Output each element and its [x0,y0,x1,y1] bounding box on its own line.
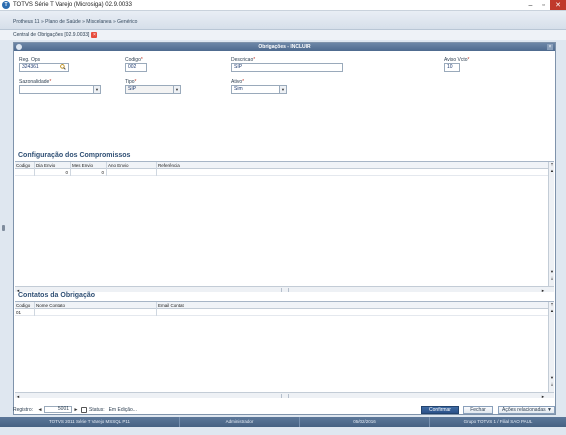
breadcrumb[interactable]: Protheus 11 » Plano de Saúde » Miscelane… [13,19,137,25]
next-record-icon[interactable]: ► [73,407,79,413]
col-codigo[interactable]: Codigo [15,302,35,309]
scroll-up-icon[interactable]: ▲ [549,168,555,173]
acoes-relacionadas-button[interactable]: Ações relacionadas ▼ [498,406,555,414]
chevron-down-icon: ▼ [547,407,552,413]
col-nome-contato[interactable]: Nome Contato [35,302,157,309]
compromissos-horizontal-scrollbar[interactable]: ◄ ► [15,286,554,293]
scroll-down-icon[interactable]: ▼ [549,269,555,274]
contatos-horizontal-scrollbar[interactable]: ◄ ► [15,392,554,399]
scroll-top-icon[interactable]: ⤒ [549,162,555,167]
descricao-field[interactable]: SIP [231,63,343,72]
previous-record-icon[interactable]: ◄ [37,407,43,413]
status-branch: Grupo TOTVS 1 / Filial SAO PAUL [463,419,533,424]
chevron-down-icon[interactable]: ▼ [93,86,100,93]
compromissos-title: Configuração dos Compromissos [18,152,131,159]
maximize-icon[interactable]: ▫ [537,0,550,10]
status-label: Status: [89,406,105,413]
tab-label: Central de Obrigações [02.9.0033] [13,32,90,38]
compromissos-vertical-scrollbar[interactable]: ⤒ ▲ ▼ ⤓ [548,162,554,286]
search-icon[interactable] [60,64,66,70]
dialog-close-icon[interactable]: × [547,44,553,50]
cell-codigo[interactable] [15,169,35,176]
close-tab-icon[interactable]: × [91,32,98,38]
col-email-contat[interactable]: Email Contat [157,302,547,309]
tab-central-obrigacoes[interactable]: Central de Obrigações [02.9.0033] × [13,32,98,38]
registro-label: Registro: [13,406,34,413]
aviso-vcto-field[interactable]: 10 [444,63,460,72]
scroll-bottom-icon[interactable]: ⤓ [549,275,555,280]
codigo-field[interactable]: 002 [125,63,147,72]
contatos-vertical-scrollbar[interactable]: ⤒ ▲ ▼ ⤓ [548,302,554,392]
status-user: Administrador [180,417,300,427]
scroll-top-icon[interactable]: ⤒ [549,302,555,307]
window-titlebar: T TOTVS Série T Varejo (Microsiga) 02.9.… [0,0,566,11]
scroll-left-icon[interactable]: ◄ [15,393,21,399]
chevron-down-icon[interactable]: ▼ [173,86,180,93]
confirmar-button[interactable]: Confirmar [421,406,459,414]
compromissos-grid-header: Codigo Dia Envio Mes Envio Ano Envio Ref… [15,162,554,169]
cell-dia-envio[interactable]: 0 [35,169,71,176]
dialog-footer: Registro: ◄ 5001 ► Status: Em Edição... … [13,404,556,415]
close-window-icon[interactable]: ✕ [550,0,566,10]
contatos-grid-header: Codigo Nome Contato Email Contat [15,302,554,309]
window-title: TOTVS Série T Varejo (Microsiga) 02.9.00… [13,2,132,8]
window-controls: – ▫ ✕ [524,0,566,10]
app-logo-icon: T [2,1,10,9]
cell-email-contat[interactable] [157,309,547,316]
tipo-value: SIP [128,86,137,92]
minimize-icon[interactable]: – [524,0,537,10]
col-codigo[interactable]: Codigo [15,162,35,169]
status-system: TOTVS 2011 Série T Varejo MSSQL P11 [0,417,180,427]
scroll-up-icon[interactable]: ▲ [549,308,555,313]
status-icon [81,406,88,413]
acoes-label: Ações relacionadas [502,407,546,413]
cell-referencia[interactable] [157,169,547,176]
ativo-value: Sim [234,86,243,92]
contatos-title: Contatos da Obrigação [18,292,96,299]
app-statusbar: TOTVS 2011 Série T Varejo MSSQL P11 Admi… [0,417,566,427]
dialog-header: Obrigações - INCLUIR × [14,43,555,51]
cell-nome-contato[interactable] [35,309,157,316]
registro-input[interactable]: 5001 [44,406,73,413]
chevron-down-icon[interactable]: ▼ [279,86,286,93]
col-referencia[interactable]: Referência [157,162,547,169]
side-panel-grip[interactable] [2,225,5,231]
table-row[interactable]: 0 0 [15,169,554,176]
scroll-thumb[interactable] [281,288,289,292]
bottom-strip [0,427,566,435]
cell-ano-envio[interactable] [107,169,157,176]
cell-codigo[interactable]: 01 [15,309,35,316]
col-ano-envio[interactable]: Ano Envio [107,162,157,169]
ativo-select[interactable]: Sim ▼ [231,85,287,94]
tipo-select[interactable]: SIP ▼ [125,85,181,94]
compromissos-grid[interactable]: Codigo Dia Envio Mes Envio Ano Envio Ref… [15,161,554,293]
obrigacoes-dialog: Obrigações - INCLUIR × Reg. Ops 324361 C… [13,42,556,415]
fechar-button[interactable]: Fechar [463,406,493,414]
col-mes-envio[interactable]: Mes Envio [71,162,107,169]
cell-mes-envio[interactable]: 0 [71,169,107,176]
document-tab-bar: Central de Obrigações [02.9.0033] × [0,30,566,40]
scroll-thumb[interactable] [281,394,289,398]
scroll-down-icon[interactable]: ▼ [549,375,555,380]
app-header: Protheus 11 » Plano de Saúde » Miscelane… [0,11,566,30]
status-date: 05/02/2016 [300,417,430,427]
contatos-grid[interactable]: Codigo Nome Contato Email Contat 01 ⤒ ▲ … [15,301,554,399]
table-row[interactable]: 01 [15,309,554,316]
scroll-right-icon[interactable]: ► [540,393,546,399]
col-dia-envio[interactable]: Dia Envio [35,162,71,169]
status-value: Em Edição... [108,406,137,413]
scroll-bottom-icon[interactable]: ⤓ [549,381,555,386]
sazonalidade-select[interactable]: ▼ [19,85,101,94]
dialog-title: Obrigações - INCLUIR [258,44,311,50]
scroll-right-icon[interactable]: ► [540,287,546,293]
